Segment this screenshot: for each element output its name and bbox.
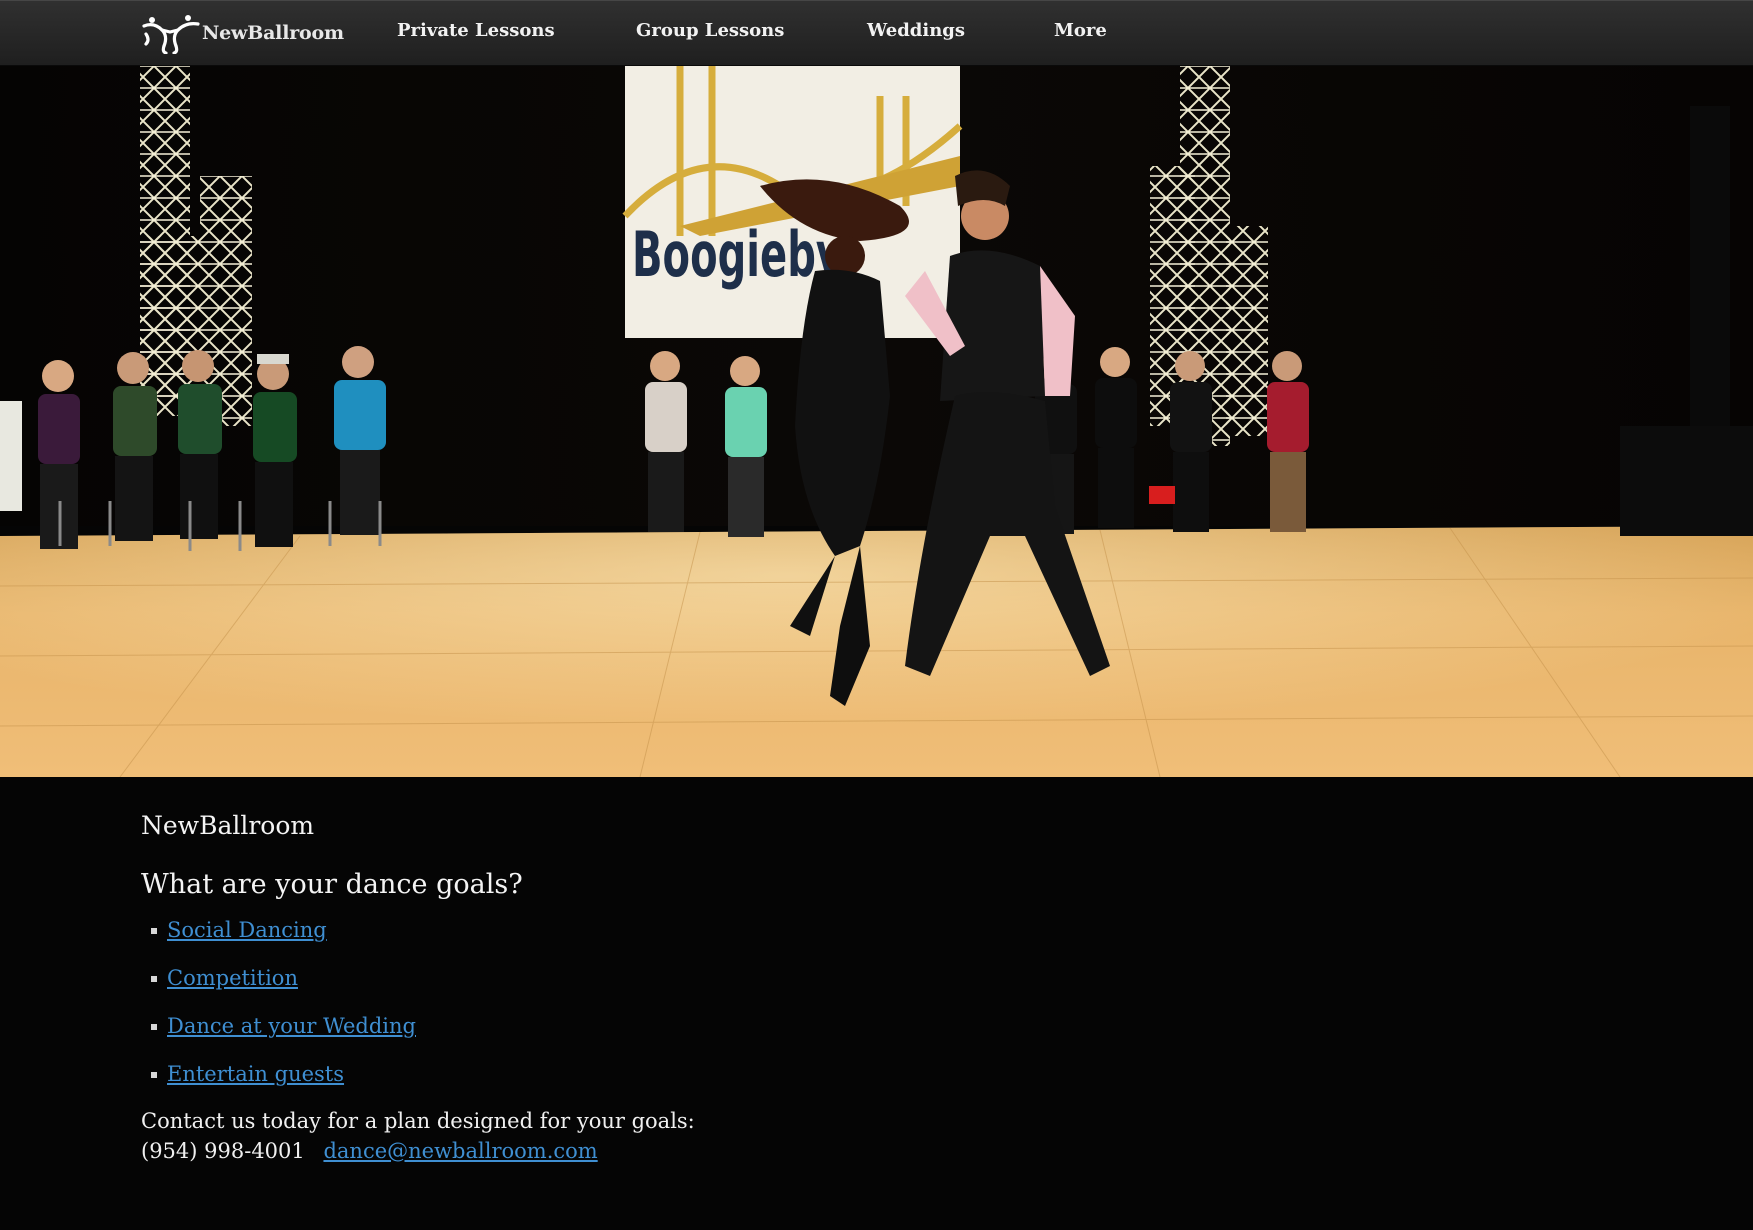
nav-more-dropdown[interactable]: More bbox=[1054, 20, 1107, 41]
nav-weddings[interactable]: Weddings bbox=[867, 20, 965, 41]
nav-private-lessons[interactable]: Private Lessons bbox=[397, 20, 555, 41]
competition-link[interactable]: Competition bbox=[167, 966, 298, 990]
contact-line: Contact us today for a plan designed for… bbox=[141, 1109, 695, 1133]
entertain-guests-link[interactable]: Entertain guests bbox=[167, 1062, 344, 1086]
hero-dance-photo: Boogieby bbox=[0, 66, 1753, 777]
square-bullet-icon bbox=[151, 1024, 157, 1030]
list-item: Social Dancing bbox=[141, 916, 1041, 964]
square-bullet-icon bbox=[151, 1072, 157, 1078]
wedding-dance-link[interactable]: Dance at your Wedding bbox=[167, 1014, 416, 1038]
contact-block: Contact us today for a plan designed for… bbox=[141, 1106, 1041, 1166]
contact-details: (954) 998-4001 dance@newballroom.com bbox=[141, 1136, 1041, 1166]
email-link[interactable]: dance@newballroom.com bbox=[323, 1139, 597, 1163]
dancers-on-ballroom-floor-image: Boogieby bbox=[0, 66, 1753, 777]
phone-number: (954) 998-4001 bbox=[141, 1139, 305, 1163]
main-content: NewBallroom What are your dance goals? S… bbox=[141, 810, 1041, 1166]
list-item: Entertain guests bbox=[141, 1060, 1041, 1108]
social-dancing-link[interactable]: Social Dancing bbox=[167, 918, 327, 942]
goals-list: Social Dancing Competition Dance at your… bbox=[141, 916, 1041, 1108]
dancing-couple-logo-icon bbox=[142, 15, 200, 54]
brand-name: NewBallroom bbox=[202, 22, 344, 44]
banner-text: Boogieby bbox=[632, 218, 842, 291]
top-navbar: NewBallroom Private Lessons Group Lesson… bbox=[0, 0, 1753, 66]
square-bullet-icon bbox=[151, 976, 157, 982]
goals-heading: What are your dance goals? bbox=[141, 869, 523, 900]
nav-group-lessons[interactable]: Group Lessons bbox=[636, 20, 784, 41]
list-item: Dance at your Wedding bbox=[141, 1012, 1041, 1060]
list-item: Competition bbox=[141, 964, 1041, 1012]
site-name-heading: NewBallroom bbox=[141, 811, 315, 840]
square-bullet-icon bbox=[151, 928, 157, 934]
brand-home-link[interactable]: NewBallroom bbox=[140, 11, 344, 55]
